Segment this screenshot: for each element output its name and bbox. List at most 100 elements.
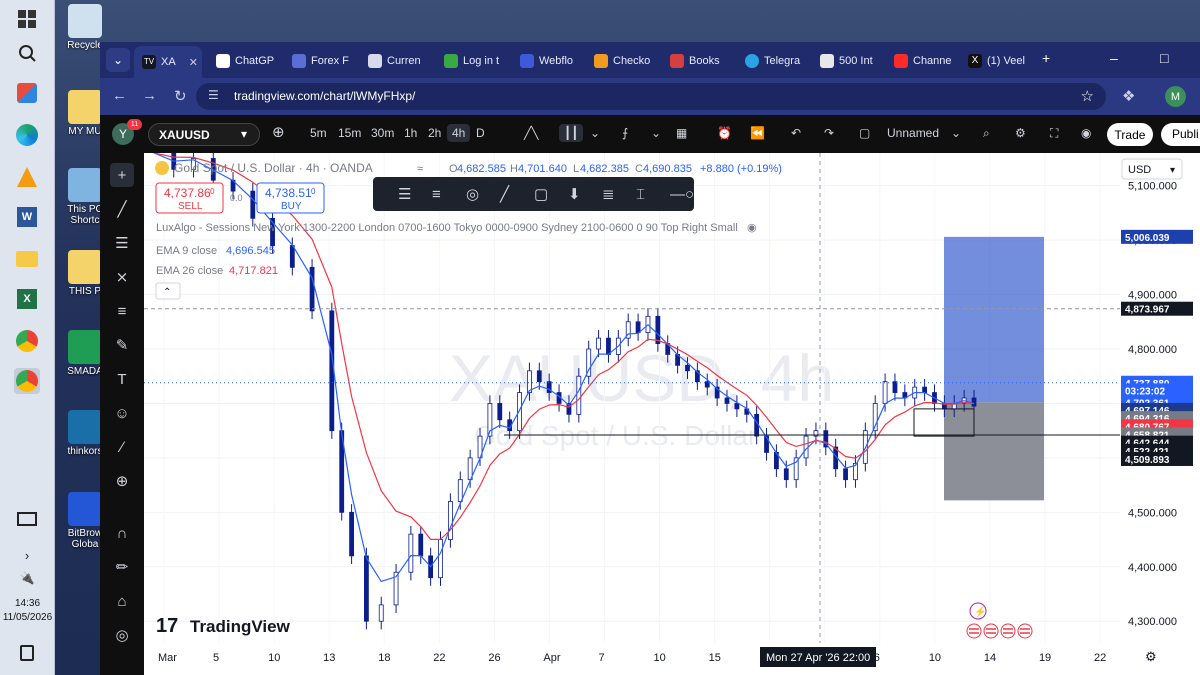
price-chart[interactable]: XAUUSD, 4h Gold Spot / U.S. Dollar 4,300… — [144, 144, 1200, 675]
us-flag-icon[interactable] — [966, 623, 982, 639]
emoji-icon[interactable]: ☺ — [110, 401, 134, 425]
windows-start-icon[interactable] — [14, 6, 40, 32]
chart-area[interactable]: XAUUSD, 4h Gold Spot / U.S. Dollar 4,300… — [144, 144, 1200, 675]
magnet-icon[interactable]: ∩ — [110, 521, 134, 545]
undo-icon[interactable]: ↶ — [791, 126, 801, 140]
lock-icon[interactable]: ⌂ — [110, 589, 134, 613]
pattern-icon[interactable]: ⨯ — [110, 265, 134, 289]
us-flag-icon[interactable] — [983, 623, 999, 639]
us-flag-icon[interactable] — [1000, 623, 1016, 639]
time-axis[interactable] — [144, 643, 1120, 675]
economic-events[interactable]: ⚡ — [966, 602, 1033, 639]
timeframe-4h[interactable]: 4h — [447, 124, 471, 142]
new-tab-icon[interactable]: + — [1042, 50, 1050, 66]
compare-symbol-icon[interactable]: ⊕ — [272, 123, 285, 141]
reload-icon[interactable]: ↻ — [174, 87, 187, 105]
channel-tool-icon[interactable]: ≡ — [432, 186, 441, 203]
us-flag-icon[interactable] — [1017, 623, 1033, 639]
tab-forex[interactable]: Forex F — [292, 48, 354, 74]
tab-webflow[interactable]: Webflo — [520, 48, 582, 74]
close-icon[interactable]: ✕ — [189, 56, 198, 69]
news-widget-icon[interactable] — [14, 506, 40, 532]
ruler-icon[interactable]: ∕ — [110, 435, 134, 459]
chevron-down-icon[interactable]: ⌄ — [590, 126, 600, 140]
system-tray-icon[interactable]: 🔌 — [14, 565, 40, 591]
settings-gear-icon[interactable]: ⚙ — [1015, 126, 1026, 140]
chevron-down-icon[interactable]: ⌄ — [951, 126, 961, 140]
chrome-profile-icon[interactable] — [14, 368, 40, 394]
prediction-icon[interactable]: ≡ — [110, 299, 134, 323]
search-icon[interactable] — [14, 40, 40, 66]
long-position-tool[interactable] — [944, 236, 1044, 501]
tab-channel[interactable]: Channe — [894, 48, 956, 74]
timeframe-2h[interactable]: 2h — [428, 126, 441, 140]
microsoft-store-icon[interactable] — [14, 80, 40, 106]
crosshair-icon[interactable]: + — [110, 163, 134, 187]
chevron-down-icon[interactable]: ⌄ — [651, 126, 661, 140]
levels-tool-icon[interactable]: ≣ — [602, 186, 615, 203]
hide-eye-icon[interactable]: ◎ — [110, 623, 134, 647]
tab-chatgpt[interactable]: ChatGP — [216, 48, 278, 74]
timeframe-15m[interactable]: 15m — [338, 126, 361, 140]
url-input[interactable]: ☰ tradingview.com/chart/lWMyFHxp/ ☆ — [196, 83, 1106, 110]
extensions-icon[interactable]: ❖ — [1122, 87, 1135, 105]
text-icon[interactable]: T — [110, 367, 134, 391]
word-icon[interactable]: W — [14, 204, 40, 230]
tab-telegram[interactable]: Telegra — [745, 48, 807, 74]
trade-button[interactable]: Trade — [1107, 123, 1153, 146]
fullscreen-icon[interactable]: ⛶ — [1050, 126, 1058, 141]
zoom-in-icon[interactable]: ⊕ — [110, 469, 134, 493]
rectangle-tool-icon[interactable]: ▢ — [534, 186, 548, 203]
line-tool-icon[interactable]: ╱ — [499, 185, 510, 203]
site-info-icon[interactable]: ☰ — [208, 88, 219, 102]
alert-icon[interactable]: ⏰ — [717, 126, 732, 140]
maximize-icon[interactable]: □ — [1160, 50, 1168, 66]
edge-icon[interactable] — [14, 122, 40, 148]
fib-tool-icon[interactable]: ☰ — [398, 186, 411, 203]
vlc-icon[interactable] — [14, 164, 40, 190]
snapshot-camera-icon[interactable]: ◉ — [1081, 126, 1091, 140]
clock-date[interactable]: 11/05/2026 — [0, 612, 55, 623]
profile-avatar[interactable]: M — [1165, 86, 1186, 107]
back-icon[interactable]: ← — [112, 87, 127, 104]
tab-books[interactable]: Books — [670, 48, 732, 74]
templates-icon[interactable]: ▦ — [676, 126, 687, 140]
arrow-down-tool-icon[interactable]: ⬇ — [568, 186, 581, 203]
timeframe-d[interactable]: D — [476, 126, 485, 140]
floating-drawing-toolbar[interactable]: ☰ ≡ ◎ ╱ ▢ ⬇ ≣ ⌶ —○ — [373, 177, 694, 211]
replay-icon[interactable]: ⏪ — [750, 126, 765, 140]
notification-icon[interactable] — [14, 640, 40, 666]
layout-icon[interactable]: ▢ — [859, 126, 870, 140]
tab-500-int[interactable]: 500 Int — [820, 48, 882, 74]
brush-icon[interactable]: ✎ — [110, 333, 134, 357]
fib-retracement-icon[interactable]: ☰ — [110, 231, 134, 255]
symbol-search[interactable]: XAUUSD ▾ — [148, 123, 260, 146]
timeframe-5m[interactable]: 5m — [310, 126, 327, 140]
trendline-icon[interactable]: ╱ — [110, 197, 134, 221]
indicators-icon[interactable]: ⨍ — [622, 126, 628, 140]
circle-tool-icon[interactable]: ◎ — [466, 186, 479, 203]
layout-name[interactable]: Unnamed — [887, 126, 939, 140]
tab-search-button[interactable]: ⌄ — [106, 48, 130, 72]
redo-icon[interactable]: ↷ — [824, 126, 834, 140]
minimize-icon[interactable]: – — [1110, 50, 1118, 66]
axis-settings-gear-icon[interactable]: ⚙ — [1145, 649, 1157, 664]
hide-eye-icon[interactable]: ◉ — [747, 222, 757, 234]
chrome-icon[interactable] — [14, 328, 40, 354]
tab-xauusd[interactable]: TV XA ✕ — [134, 46, 202, 78]
tab-x[interactable]: X (1) Veel — [968, 48, 1030, 74]
excel-icon[interactable]: X — [14, 286, 40, 312]
tab-login[interactable]: Log in t — [444, 48, 506, 74]
tab-currency[interactable]: Curren — [368, 48, 430, 74]
timeframe-1h[interactable]: 1h — [404, 126, 417, 140]
tab-checkout[interactable]: Checko — [594, 48, 656, 74]
ray-tool-icon[interactable]: —○ — [670, 186, 694, 203]
text-tool-icon[interactable]: ⌶ — [636, 186, 645, 203]
bookmark-star-icon[interactable]: ☆ — [1081, 87, 1094, 105]
publish-button[interactable]: Publi — [1161, 123, 1200, 146]
quick-search-icon[interactable]: ⌕ — [983, 126, 990, 141]
timeframe-30m[interactable]: 30m — [371, 126, 394, 140]
forward-icon[interactable]: → — [142, 87, 157, 104]
stay-drawing-icon[interactable]: ✏ — [110, 555, 134, 579]
candles-icon[interactable]: ┃┃ — [559, 124, 584, 142]
